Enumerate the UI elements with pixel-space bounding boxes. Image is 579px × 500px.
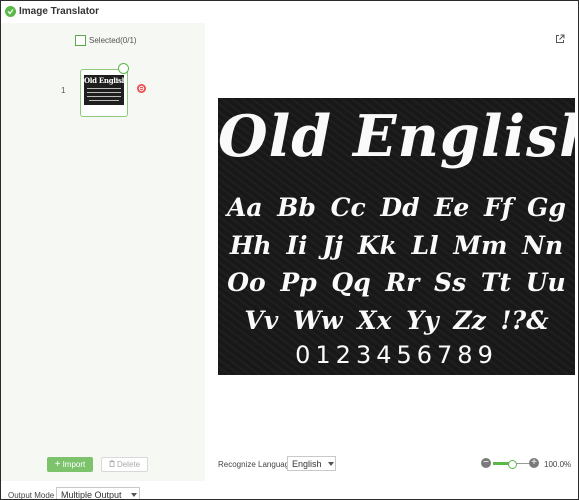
chevron-down-icon <box>131 493 137 497</box>
preview-alphabet-row: Oo Pp Qq Rr Ss Tt Uu <box>227 268 566 297</box>
preview-alphabet-row: Vv Ww Xx Yy Zz !?& <box>244 306 549 335</box>
language-select[interactable]: English <box>287 456 336 471</box>
selected-count-label: Selected(0/1) <box>89 36 137 45</box>
app-title: Image Translator <box>19 6 100 17</box>
thumbnail-caption: Old English <box>84 76 124 85</box>
zoom-slider[interactable] <box>493 460 530 469</box>
thumbnail-text-line <box>89 100 119 101</box>
item-index: 1 <box>61 86 66 95</box>
recognize-language-label: Recognize Language <box>218 460 294 469</box>
delete-label: Delete <box>116 460 141 469</box>
bottom-bar: Output Mode Multiple Output <box>1 481 578 499</box>
import-button[interactable]: + Import <box>47 457 93 472</box>
language-value: English <box>292 459 322 469</box>
thumbnail-text-line <box>87 92 121 93</box>
output-mode-select[interactable]: Multiple Output <box>56 487 140 500</box>
image-preview: Old English Aa Bb Cc Dd Ee Ff Gg Hh Ii J… <box>218 98 575 375</box>
zoom-in-icon[interactable]: + <box>529 458 539 468</box>
preview-alphabet-row: Hh Ii Jj Kk Ll Mm Nn <box>229 231 564 260</box>
preview-title: Old English <box>218 103 575 170</box>
title-bar: Image Translator <box>1 1 578 23</box>
select-all[interactable]: Selected(0/1) <box>75 35 137 46</box>
select-all-checkbox[interactable] <box>75 35 86 46</box>
export-icon[interactable] <box>555 34 565 47</box>
preview-alphabet-row: Aa Bb Cc Dd Ee Ff Gg <box>226 193 566 222</box>
delete-badge-icon[interactable] <box>137 84 146 93</box>
delete-button[interactable]: Delete <box>101 457 148 472</box>
plus-icon: + <box>54 458 61 470</box>
zoom-value: 100.0% <box>544 460 572 469</box>
thumbnail-text-line <box>87 96 121 97</box>
preview-digits: 0123456789 <box>295 341 498 369</box>
app-window: Image Translator Selected(0/1) 1 Old Eng… <box>0 0 579 500</box>
zoom-slider-handle[interactable] <box>507 460 517 469</box>
file-thumbnail[interactable]: Old English <box>80 69 128 117</box>
import-label: Import <box>62 460 86 469</box>
chevron-down-icon <box>328 462 334 466</box>
trash-icon <box>109 460 115 469</box>
output-mode-value: Multiple Output <box>61 490 122 500</box>
app-logo-icon <box>5 6 16 17</box>
file-list-panel: Selected(0/1) 1 Old English + Import Del… <box>1 23 205 481</box>
thumbnail-image: Old English <box>84 75 124 105</box>
thumbnail-text-line <box>87 88 121 89</box>
zoom-out-icon[interactable]: − <box>481 458 491 468</box>
output-mode-label: Output Mode <box>8 491 55 500</box>
thumbnail-select-circle[interactable] <box>118 63 129 74</box>
